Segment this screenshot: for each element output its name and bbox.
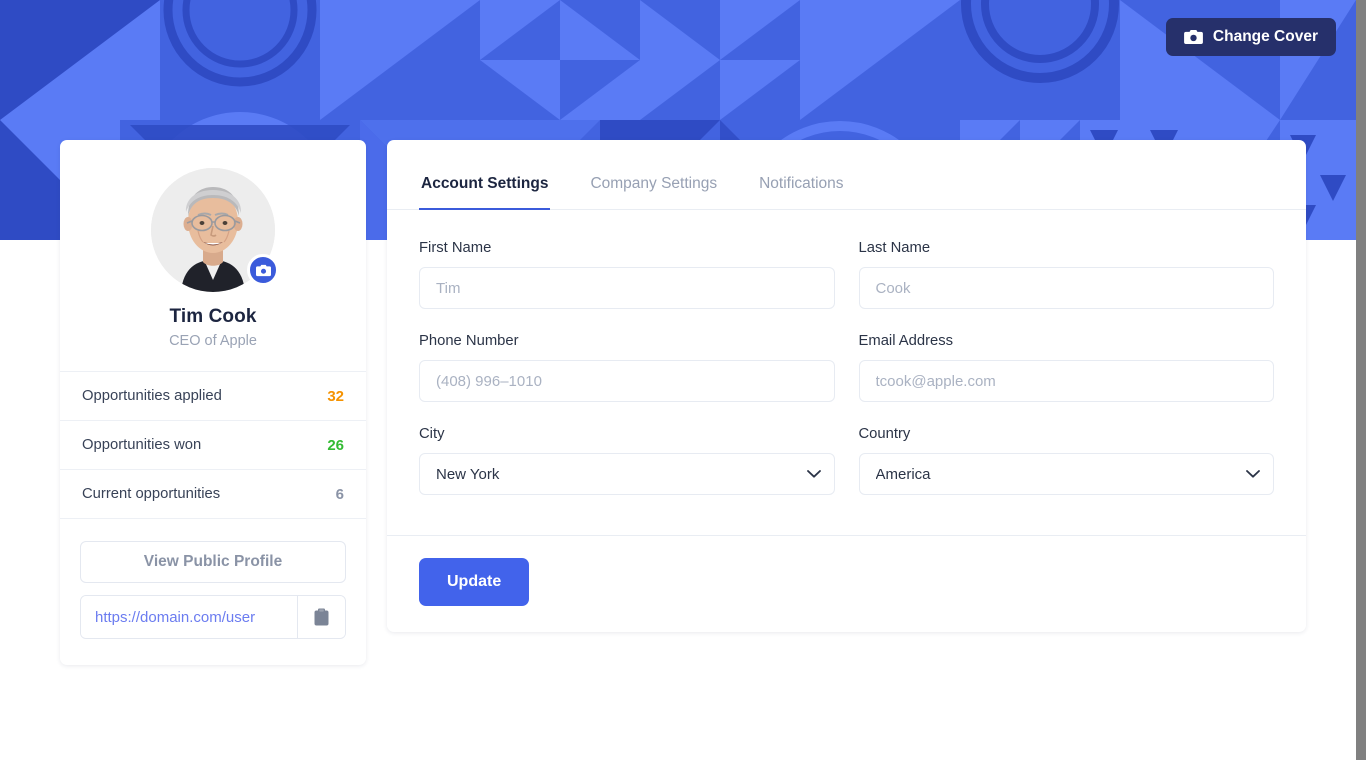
profile-card: Tim Cook CEO of Apple Opportunities appl… [60,140,366,665]
profile-url-input[interactable] [81,596,297,638]
settings-tabs: Account Settings Company Settings Notifi… [387,140,1306,210]
update-button[interactable]: Update [419,558,530,606]
stat-value: 32 [327,387,344,405]
view-public-profile-button[interactable]: View Public Profile [80,541,346,583]
field-last-name: Last Name [858,240,1274,309]
page-root: Change Cover Tim Cook CEO of Apple Oppor… [0,0,1356,768]
first-name-label: First Name [419,240,492,256]
avatar-wrap [151,168,279,292]
city-label: City [419,426,445,442]
profile-stats: Opportunities applied 32 Opportunities w… [60,372,366,519]
profile-card-header: Tim Cook CEO of Apple [60,140,366,372]
stat-value: 26 [327,436,344,454]
scrollbar-thumb[interactable] [1356,0,1366,760]
settings-panel-footer: Update [387,535,1306,632]
country-select[interactable]: America [858,453,1274,495]
field-phone-number: Phone Number [419,333,835,402]
settings-panel: Account Settings Company Settings Notifi… [387,140,1306,632]
change-cover-button[interactable]: Change Cover [1165,18,1336,56]
tab-notifications[interactable]: Notifications [757,175,845,209]
field-first-name: First Name [419,240,835,309]
stat-row: Current opportunities 6 [60,470,366,519]
city-select[interactable]: New York [419,453,835,495]
stat-row: Opportunities won 26 [60,421,366,470]
phone-number-label: Phone Number [419,333,519,349]
email-address-label: Email Address [858,333,954,349]
stat-label: Opportunities applied [82,388,222,404]
profile-role: CEO of Apple [169,333,257,349]
profile-actions: View Public Profile [60,519,366,665]
first-name-input[interactable] [419,267,835,309]
stat-value: 6 [335,485,344,503]
field-country: Country America [858,426,1274,495]
avatar-camera-button[interactable] [247,254,279,286]
field-email-address: Email Address [858,333,1274,402]
country-label: Country [858,426,911,442]
copy-url-button[interactable] [297,596,345,638]
clipboard-icon [314,608,329,626]
tab-company-settings[interactable]: Company Settings [588,175,719,209]
stat-label: Current opportunities [82,486,221,502]
profile-name: Tim Cook [169,306,257,327]
stat-row: Opportunities applied 32 [60,372,366,421]
phone-number-input[interactable] [419,360,835,402]
email-address-input[interactable] [858,360,1274,402]
last-name-label: Last Name [858,240,931,256]
stat-label: Opportunities won [82,437,202,453]
profile-url-group [80,595,346,639]
account-settings-form: First Name Last Name Phone Number Email … [387,210,1306,535]
camera-icon [1183,29,1203,45]
last-name-input[interactable] [858,267,1274,309]
tab-account-settings[interactable]: Account Settings [419,175,551,210]
change-cover-label: Change Cover [1212,28,1318,45]
scrollbar-track[interactable] [1356,0,1366,768]
camera-icon [255,264,271,276]
field-city: City New York [419,426,835,495]
